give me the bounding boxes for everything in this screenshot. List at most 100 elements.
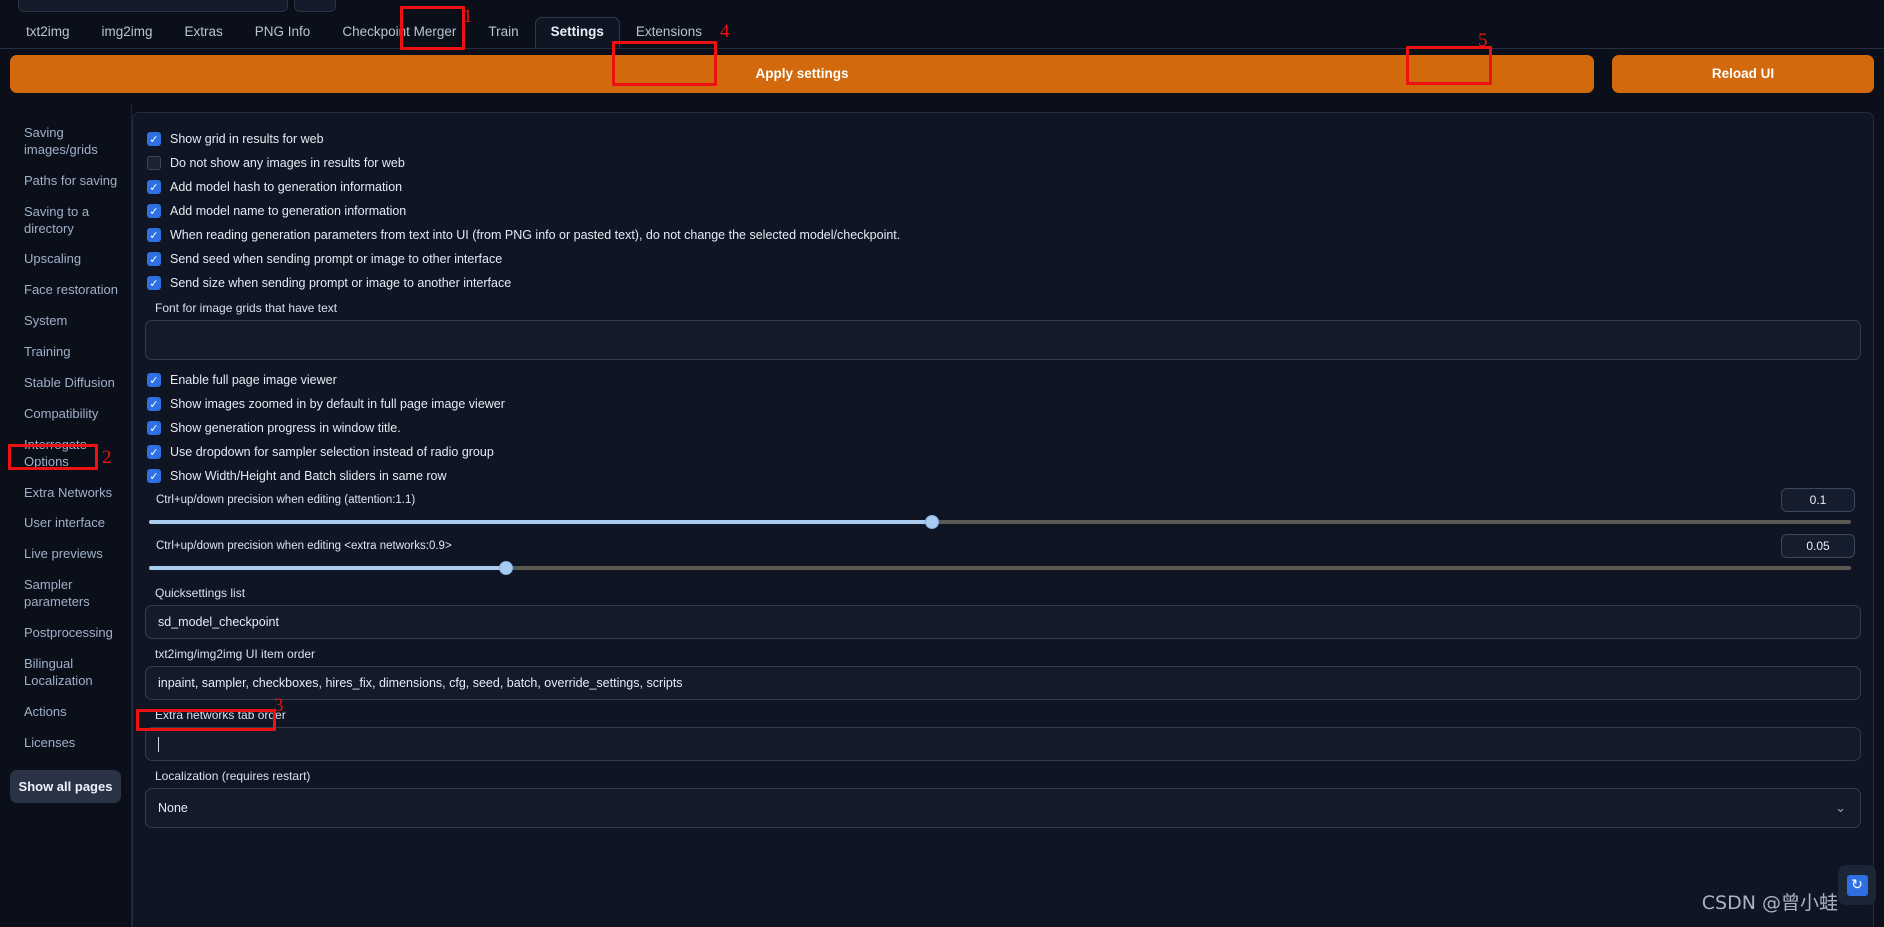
localization-label: Localization (requires restart): [155, 769, 311, 783]
text-field-label: txt2img/img2img UI item order: [155, 647, 316, 661]
checkbox-toggle[interactable]: [147, 228, 161, 242]
checkbox-label: Do not show any images in results for we…: [170, 156, 405, 170]
checkbox-label: Show grid in results for web: [170, 132, 324, 146]
checkbox-toggle[interactable]: [147, 397, 161, 411]
sidebar-item-postprocessing[interactable]: Postprocessing: [0, 618, 131, 649]
checkbox-toggle[interactable]: [147, 252, 161, 266]
refresh-icon: ↻: [1846, 874, 1868, 896]
tab-extensions[interactable]: Extensions: [620, 17, 718, 48]
reload-ui-button[interactable]: Reload UI: [1612, 54, 1874, 93]
checkbox-row[interactable]: Add model name to generation information: [141, 199, 1865, 223]
checkbox-label: Enable full page image viewer: [170, 373, 337, 387]
slider-row: Ctrl+up/down precision when editing <ext…: [141, 534, 1865, 575]
tab-settings[interactable]: Settings: [534, 17, 620, 48]
sidebar-item-face-restoration[interactable]: Face restoration: [0, 275, 131, 306]
checkbox-row[interactable]: Show generation progress in window title…: [141, 416, 1865, 440]
checkbox-label: Show generation progress in window title…: [170, 421, 401, 435]
checkbox-row[interactable]: Show images zoomed in by default in full…: [141, 392, 1865, 416]
text-field-input[interactable]: inpaint, sampler, checkboxes, hires_fix,…: [145, 666, 1861, 700]
localization-dropdown[interactable]: None ⌄: [145, 788, 1861, 828]
top-stub-field-a[interactable]: [18, 0, 288, 12]
checkbox-toggle[interactable]: [147, 132, 161, 146]
settings-content-panel: Show grid in results for web Do not show …: [132, 112, 1874, 927]
main-tab-strip: txt2img img2img Extras PNG Info Checkpoint M…: [0, 16, 1884, 49]
text-field-label: Extra networks tab order: [155, 708, 286, 722]
apply-settings-button[interactable]: Apply settings: [10, 54, 1594, 93]
checkbox-label: When reading generation parameters from …: [170, 228, 901, 242]
sidebar-item-live-previews[interactable]: Live previews: [0, 539, 131, 570]
font-field-label: Font for image grids that have text: [155, 301, 338, 315]
checkbox-row[interactable]: Enable full page image viewer: [141, 368, 1865, 392]
sidebar-item-saving-images-grids[interactable]: Saving images/grids: [0, 118, 131, 166]
checkbox-group-primary: Show grid in results for web Do not show …: [141, 127, 1865, 295]
checkbox-toggle[interactable]: [147, 180, 161, 194]
checkbox-toggle[interactable]: [147, 204, 161, 218]
slider-track[interactable]: [149, 561, 1851, 575]
tab-checkpoint-merger[interactable]: Checkpoint Merger: [326, 17, 472, 48]
checkbox-label: Send size when sending prompt or image t…: [170, 276, 512, 290]
text-field-label: Quicksettings list: [155, 586, 246, 600]
tab-png-info[interactable]: PNG Info: [239, 17, 327, 48]
tab-img2img[interactable]: img2img: [86, 17, 169, 48]
slider-label: Ctrl+up/down precision when editing <ext…: [156, 540, 452, 552]
checkbox-label: Show Width/Height and Batch sliders in s…: [170, 469, 447, 483]
checkbox-row[interactable]: Send seed when sending prompt or image t…: [141, 247, 1865, 271]
checkbox-label: Add model name to generation information: [170, 204, 407, 218]
checkbox-toggle[interactable]: [147, 276, 161, 290]
sidebar-item-saving-to-a-directory[interactable]: Saving to a directory: [0, 197, 131, 245]
checkbox-label: Show images zoomed in by default in full…: [170, 397, 505, 411]
tab-extras[interactable]: Extras: [169, 17, 239, 48]
sidebar-item-compatibility[interactable]: Compatibility: [0, 399, 131, 430]
checkbox-row[interactable]: Send size when sending prompt or image t…: [141, 271, 1865, 295]
settings-shell: Saving images/grids Paths for saving Savin…: [0, 104, 1884, 927]
slider-fill: [149, 566, 507, 570]
settings-action-bar: Apply settings Reload UI: [0, 49, 1884, 98]
slider-value-input[interactable]: 0.1: [1781, 488, 1855, 512]
show-all-pages-button[interactable]: Show all pages: [10, 770, 121, 804]
checkbox-row[interactable]: Use dropdown for sampler selection inste…: [141, 440, 1865, 464]
tab-train[interactable]: Train: [472, 17, 534, 48]
checkbox-label: Add model hash to generation information: [170, 180, 403, 194]
settings-sidebar: Saving images/grids Paths for saving Savin…: [0, 104, 132, 927]
sidebar-item-bilingual-localization[interactable]: Bilingual Localization: [0, 649, 131, 697]
checkbox-toggle[interactable]: [147, 373, 161, 387]
checkbox-toggle[interactable]: [147, 421, 161, 435]
slider-handle[interactable]: [499, 561, 514, 575]
sidebar-item-training[interactable]: Training: [0, 337, 131, 368]
checkbox-row[interactable]: Show Width/Height and Batch sliders in s…: [141, 464, 1865, 488]
slider-track[interactable]: [149, 515, 1851, 529]
slider-value-input[interactable]: 0.05: [1781, 534, 1855, 558]
sidebar-item-interrogate-options[interactable]: Interrogate Options: [0, 430, 131, 478]
checkbox-row[interactable]: When reading generation parameters from …: [141, 223, 1865, 247]
checkbox-group-secondary: Enable full page image viewer Show images…: [141, 368, 1865, 488]
slider-fill: [149, 520, 932, 524]
corner-widget-button[interactable]: ↻: [1838, 865, 1876, 905]
checkbox-row[interactable]: Do not show any images in results for we…: [141, 151, 1865, 175]
top-stub-field-b[interactable]: [294, 0, 336, 12]
checkbox-toggle[interactable]: [147, 156, 161, 170]
sidebar-item-actions[interactable]: Actions: [0, 697, 131, 728]
sidebar-item-extra-networks[interactable]: Extra Networks: [0, 478, 131, 509]
top-stub-bar: [0, 0, 1884, 16]
sidebar-item-upscaling[interactable]: Upscaling: [0, 244, 131, 275]
slider-label: Ctrl+up/down precision when editing (att…: [156, 494, 416, 506]
text-field-group: Quicksettings list sd_model_checkpointtxt…: [141, 580, 1865, 761]
text-caret: [158, 736, 159, 752]
slider-handle[interactable]: [924, 515, 939, 529]
sidebar-item-user-interface[interactable]: User interface: [0, 508, 131, 539]
text-field-input[interactable]: [145, 727, 1861, 761]
checkbox-label: Use dropdown for sampler selection inste…: [170, 445, 494, 459]
checkbox-toggle[interactable]: [147, 469, 161, 483]
checkbox-row[interactable]: Add model hash to generation information: [141, 175, 1865, 199]
checkbox-toggle[interactable]: [147, 445, 161, 459]
sidebar-item-licenses[interactable]: Licenses: [0, 728, 131, 759]
sidebar-item-system[interactable]: System: [0, 306, 131, 337]
sidebar-item-paths-for-saving[interactable]: Paths for saving: [0, 166, 131, 197]
sidebar-item-sampler-parameters[interactable]: Sampler parameters: [0, 570, 131, 618]
chevron-down-icon: ⌄: [1835, 800, 1846, 815]
checkbox-row[interactable]: Show grid in results for web: [141, 127, 1865, 151]
tab-txt2img[interactable]: txt2img: [10, 17, 86, 48]
text-field-input[interactable]: sd_model_checkpoint: [145, 605, 1861, 639]
sidebar-item-stable-diffusion[interactable]: Stable Diffusion: [0, 368, 131, 399]
font-field-input[interactable]: [145, 320, 1861, 360]
